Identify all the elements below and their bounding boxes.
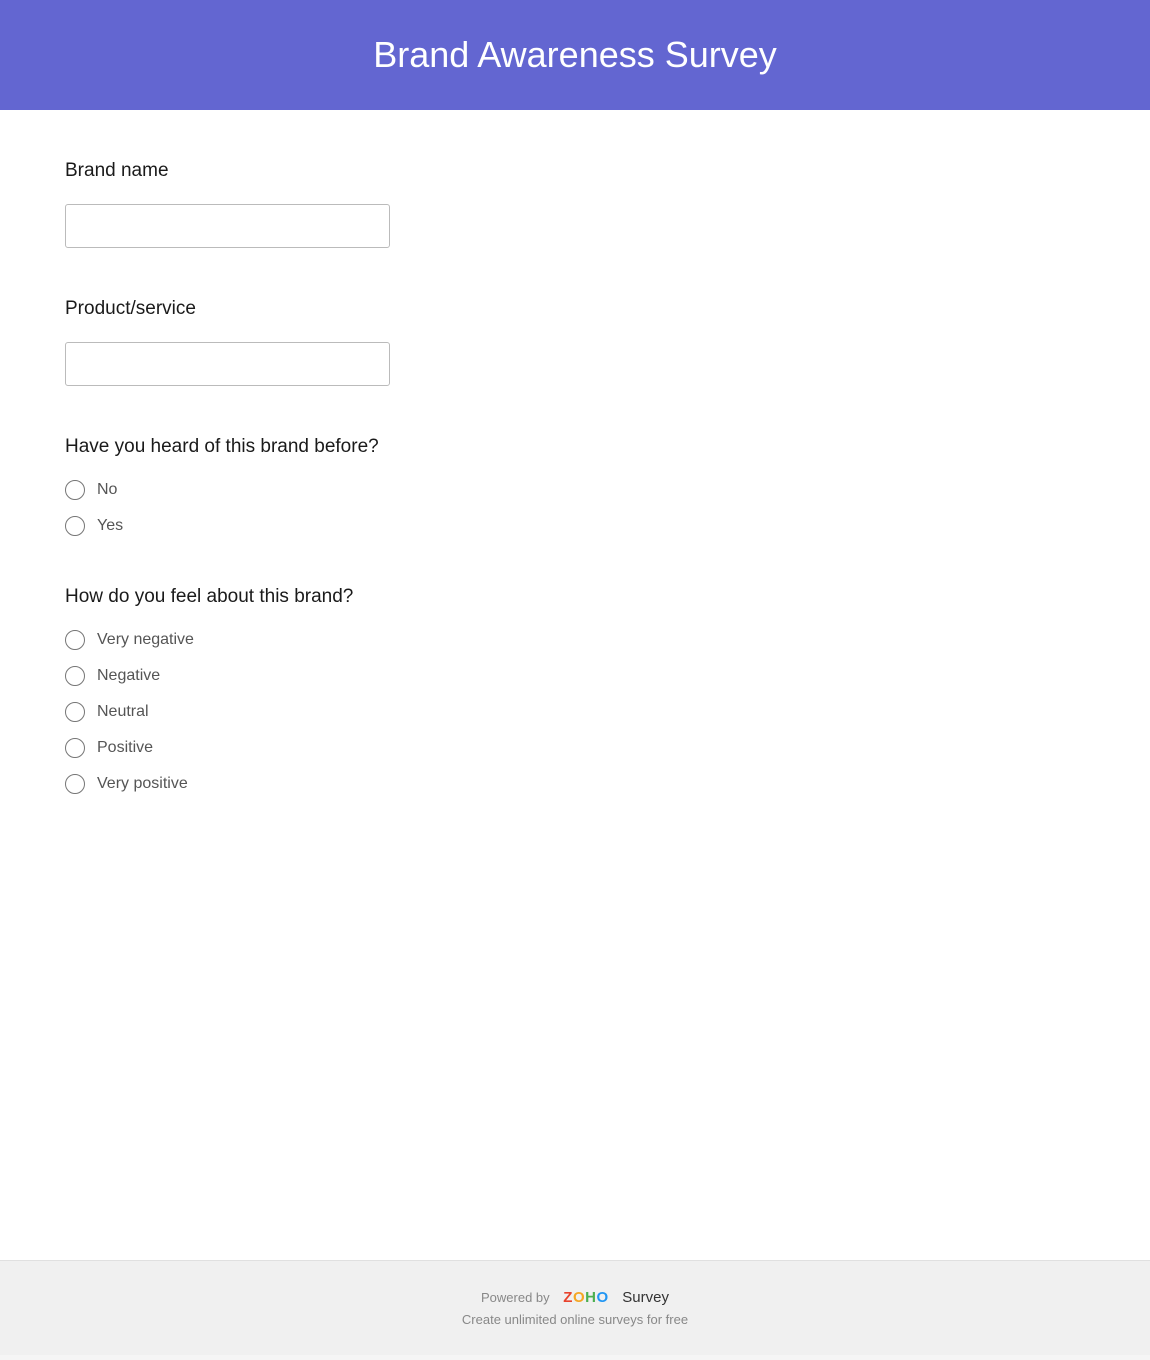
feeling-very-positive-radio[interactable] — [65, 774, 85, 794]
heard-before-yes-label: Yes — [97, 517, 123, 535]
product-service-input[interactable] — [65, 342, 390, 386]
zoho-o1: O — [573, 1289, 585, 1306]
powered-by-text: Powered by — [481, 1290, 550, 1305]
feeling-very-negative[interactable]: Very negative — [65, 630, 1085, 650]
zoho-h: H — [585, 1289, 596, 1306]
page-header: Brand Awareness Survey — [0, 0, 1150, 110]
heard-before-no-radio[interactable] — [65, 480, 85, 500]
heard-before-yes[interactable]: Yes — [65, 516, 1085, 536]
zoho-z: Z — [563, 1289, 573, 1306]
brand-name-label: Brand name — [65, 160, 1085, 182]
question-product-service: Product/service — [65, 298, 1085, 386]
footer-tagline: Create unlimited online surveys for free — [462, 1312, 688, 1327]
feeling-neutral[interactable]: Neutral — [65, 702, 1085, 722]
feeling-negative-radio[interactable] — [65, 666, 85, 686]
heard-before-yes-radio[interactable] — [65, 516, 85, 536]
feeling-neutral-label: Neutral — [97, 703, 149, 721]
question-brand-feeling: How do you feel about this brand? Very n… — [65, 586, 1085, 794]
brand-feeling-options: Very negative Negative Neutral Positive … — [65, 630, 1085, 794]
heard-before-no[interactable]: No — [65, 480, 1085, 500]
feeling-positive-label: Positive — [97, 739, 153, 757]
footer-powered-by: Powered by ZOHO Survey — [481, 1289, 669, 1306]
heard-before-no-label: No — [97, 481, 117, 499]
main-content: Brand name Product/service Have you hear… — [0, 110, 1150, 1260]
page-title: Brand Awareness Survey — [373, 34, 777, 76]
feeling-very-positive[interactable]: Very positive — [65, 774, 1085, 794]
feeling-neutral-radio[interactable] — [65, 702, 85, 722]
feeling-negative[interactable]: Negative — [65, 666, 1085, 686]
brand-name-input[interactable] — [65, 204, 390, 248]
feeling-positive-radio[interactable] — [65, 738, 85, 758]
footer: Powered by ZOHO Survey Create unlimited … — [0, 1260, 1150, 1355]
zoho-logo: ZOHO — [563, 1289, 608, 1306]
heard-before-options: No Yes — [65, 480, 1085, 536]
product-service-label: Product/service — [65, 298, 1085, 320]
zoho-o2: O — [596, 1289, 608, 1306]
heard-before-label: Have you heard of this brand before? — [65, 436, 1085, 458]
brand-feeling-label: How do you feel about this brand? — [65, 586, 1085, 608]
question-heard-before: Have you heard of this brand before? No … — [65, 436, 1085, 536]
question-brand-name: Brand name — [65, 160, 1085, 248]
feeling-very-negative-radio[interactable] — [65, 630, 85, 650]
feeling-very-positive-label: Very positive — [97, 775, 188, 793]
feeling-very-negative-label: Very negative — [97, 631, 194, 649]
feeling-positive[interactable]: Positive — [65, 738, 1085, 758]
feeling-negative-label: Negative — [97, 667, 160, 685]
survey-text: Survey — [622, 1289, 669, 1306]
